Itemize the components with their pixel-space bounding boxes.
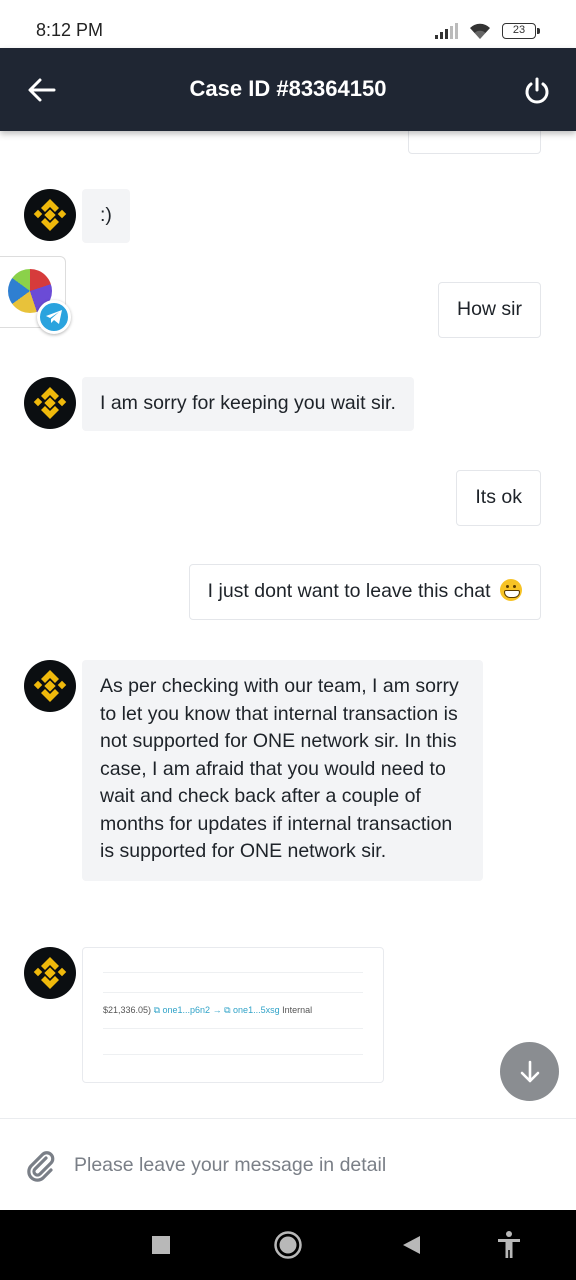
chat-messages[interactable]: :) How sir I am sorry for keeping you wa… [0,131,576,1118]
transaction-type: Internal [282,1005,313,1015]
telegram-icon [37,300,71,334]
message-bubble-agent: I am sorry for keeping you wait sir. [82,377,414,431]
transaction-row: $21,336.05) ⧉ one1...p6n2 → ⧉ one1...5xs… [103,1005,312,1016]
binance-logo-icon [33,199,67,231]
scroll-to-bottom-button[interactable] [500,1042,559,1101]
agent-avatar [24,660,76,712]
arrow-right-icon: → [212,1005,222,1015]
message-bubble-agent: :) [82,189,130,243]
divider [103,972,363,973]
attach-button[interactable] [24,1149,58,1183]
end-chat-button[interactable] [522,76,552,106]
paperclip-icon [27,1151,55,1182]
status-icons: 23 [435,20,540,42]
app-header: Case ID #83364150 [0,48,576,131]
message-bubble-user: How sir [437,282,541,338]
agent-avatar [24,377,76,429]
divider [103,992,363,993]
page-title: Case ID #83364150 [189,76,387,101]
binance-logo-icon [33,387,67,419]
arrow-left-icon [28,78,56,102]
back-nav-button[interactable] [396,1230,426,1260]
recents-button[interactable] [146,1230,176,1260]
message-text: I just dont want to leave this chat [207,580,491,602]
square-icon [152,1236,170,1254]
message-bubble-agent: As per checking with our team, I am sorr… [82,660,483,881]
wifi-icon [470,23,490,39]
signal-icon [435,23,458,39]
status-bar: 8:12 PM 23 [0,0,576,48]
divider [103,1054,363,1055]
divider [103,1028,363,1029]
image-attachment[interactable]: $21,336.05) ⧉ one1...p6n2 → ⧉ one1...5xs… [82,947,384,1083]
system-nav-bar [0,1210,576,1280]
transaction-from: one1...p6n2 [162,1005,211,1015]
status-time: 8:12 PM [36,20,104,40]
agent-avatar [24,189,76,241]
message-input[interactable] [74,1143,554,1187]
binance-logo-icon [33,670,67,702]
battery-icon: 23 [502,23,540,39]
home-button[interactable] [273,1230,303,1260]
telegram-widget[interactable] [0,256,71,334]
copy-icon: ⧉ [153,1005,160,1015]
power-icon [525,77,549,104]
message-bubble-user: I just dont want to leave this chat [188,564,541,620]
binance-logo-icon [33,957,67,989]
arrow-down-icon [520,1060,539,1082]
copy-icon: ⧉ [224,1005,231,1015]
transaction-amount: $21,336.05) [103,1005,152,1015]
accessibility-icon [498,1231,520,1258]
previous-message-bubble [408,131,541,154]
triangle-icon [403,1236,420,1254]
circle-icon [274,1231,302,1259]
back-button[interactable] [22,72,62,108]
message-bubble-user: Its ok [456,470,541,526]
transaction-to: one1...5xsg [233,1005,280,1015]
grinning-emoji-icon [500,579,522,601]
message-composer [0,1118,576,1210]
accessibility-button[interactable] [494,1230,524,1260]
agent-avatar [24,947,76,999]
